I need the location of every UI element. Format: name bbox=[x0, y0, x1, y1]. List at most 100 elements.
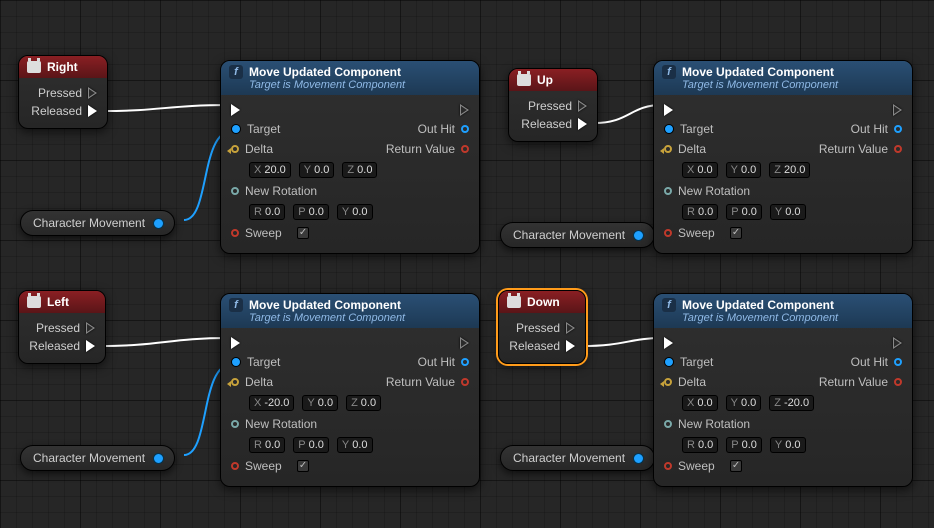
outhit-pin[interactable] bbox=[894, 358, 902, 366]
var-character-movement-up[interactable]: Character Movement bbox=[500, 222, 655, 248]
outhit-pin[interactable] bbox=[894, 125, 902, 133]
function-icon: f bbox=[229, 65, 243, 79]
event-down-node[interactable]: Down Pressed Released bbox=[498, 290, 586, 364]
output-pin[interactable] bbox=[153, 453, 164, 464]
func-subtitle: Target is Movement Component bbox=[662, 312, 902, 324]
exec-pin-released[interactable] bbox=[566, 340, 575, 352]
delta-y-field[interactable]: Y0.0 bbox=[726, 162, 762, 178]
sweep-pin[interactable] bbox=[664, 229, 672, 237]
rot-p-field[interactable]: P0.0 bbox=[293, 437, 329, 453]
sweep-checkbox[interactable]: ✓ bbox=[730, 460, 742, 472]
event-right-node[interactable]: Right Pressed Released bbox=[18, 55, 108, 129]
delta-x-field[interactable]: X20.0 bbox=[249, 162, 291, 178]
delta-z-field[interactable]: Z0.0 bbox=[342, 162, 377, 178]
func-subtitle: Target is Movement Component bbox=[662, 79, 902, 91]
func-move-updated-up[interactable]: fMove Updated Component Target is Moveme… bbox=[653, 60, 913, 254]
output-pin[interactable] bbox=[633, 453, 644, 464]
rot-r-field[interactable]: R0.0 bbox=[682, 204, 718, 220]
pressed-label: Pressed bbox=[528, 99, 572, 113]
event-left-node[interactable]: Left Pressed Released bbox=[18, 290, 106, 364]
delta-y-field[interactable]: Y0.0 bbox=[302, 395, 338, 411]
target-label: Target bbox=[247, 122, 280, 136]
newrot-pin[interactable] bbox=[664, 420, 672, 428]
var-character-movement-right[interactable]: Character Movement bbox=[20, 210, 175, 236]
target-pin[interactable] bbox=[664, 124, 674, 134]
target-pin[interactable] bbox=[231, 357, 241, 367]
delta-z-field[interactable]: Z-20.0 bbox=[769, 395, 814, 411]
delta-pin[interactable] bbox=[664, 378, 672, 386]
rot-p-field[interactable]: P0.0 bbox=[293, 204, 329, 220]
delta-x-field[interactable]: X0.0 bbox=[682, 395, 718, 411]
target-pin[interactable] bbox=[664, 357, 674, 367]
released-label: Released bbox=[31, 104, 82, 118]
exec-pin-pressed[interactable] bbox=[88, 87, 97, 99]
sweep-label: Sweep bbox=[245, 226, 282, 240]
sweep-checkbox[interactable]: ✓ bbox=[297, 227, 309, 239]
output-pin[interactable] bbox=[633, 230, 644, 241]
exec-pin-pressed[interactable] bbox=[578, 100, 587, 112]
released-label: Released bbox=[521, 117, 572, 131]
exec-out-pin[interactable] bbox=[893, 337, 902, 349]
exec-out-pin[interactable] bbox=[893, 104, 902, 116]
outhit-pin[interactable] bbox=[461, 358, 469, 366]
var-character-movement-left[interactable]: Character Movement bbox=[20, 445, 175, 471]
event-title: Left bbox=[47, 295, 69, 309]
delta-pin[interactable] bbox=[664, 145, 672, 153]
rot-y-field[interactable]: Y0.0 bbox=[337, 437, 373, 453]
retval-pin[interactable] bbox=[461, 145, 469, 153]
sweep-checkbox[interactable]: ✓ bbox=[297, 460, 309, 472]
delta-y-field[interactable]: Y0.0 bbox=[299, 162, 335, 178]
event-up-node[interactable]: Up Pressed Released bbox=[508, 68, 598, 142]
func-move-updated-down[interactable]: fMove Updated Component Target is Moveme… bbox=[653, 293, 913, 487]
exec-in-pin[interactable] bbox=[231, 104, 240, 116]
keyboard-icon bbox=[507, 296, 521, 308]
delta-x-field[interactable]: X0.0 bbox=[682, 162, 718, 178]
target-pin[interactable] bbox=[231, 124, 241, 134]
func-subtitle: Target is Movement Component bbox=[229, 312, 469, 324]
exec-in-pin[interactable] bbox=[664, 337, 673, 349]
sweep-pin[interactable] bbox=[231, 462, 239, 470]
retval-pin[interactable] bbox=[894, 378, 902, 386]
delta-y-field[interactable]: Y0.0 bbox=[726, 395, 762, 411]
rot-y-field[interactable]: Y0.0 bbox=[770, 204, 806, 220]
rot-p-field[interactable]: P0.0 bbox=[726, 437, 762, 453]
newrot-label: New Rotation bbox=[245, 184, 317, 198]
func-move-updated-right[interactable]: fMove Updated Component Target is Moveme… bbox=[220, 60, 480, 254]
exec-in-pin[interactable] bbox=[231, 337, 240, 349]
exec-in-pin[interactable] bbox=[664, 104, 673, 116]
exec-out-pin[interactable] bbox=[460, 337, 469, 349]
rot-r-field[interactable]: R0.0 bbox=[249, 204, 285, 220]
exec-out-pin[interactable] bbox=[460, 104, 469, 116]
rot-y-field[interactable]: Y0.0 bbox=[770, 437, 806, 453]
rot-p-field[interactable]: P0.0 bbox=[726, 204, 762, 220]
sweep-pin[interactable] bbox=[664, 462, 672, 470]
exec-pin-released[interactable] bbox=[88, 105, 97, 117]
delta-x-field[interactable]: X-20.0 bbox=[249, 395, 294, 411]
rot-y-field[interactable]: Y0.0 bbox=[337, 204, 373, 220]
retval-pin[interactable] bbox=[461, 378, 469, 386]
var-label: Character Movement bbox=[513, 451, 625, 465]
delta-pin[interactable] bbox=[231, 378, 239, 386]
delta-pin[interactable] bbox=[231, 145, 239, 153]
exec-pin-released[interactable] bbox=[578, 118, 587, 130]
output-pin[interactable] bbox=[153, 218, 164, 229]
newrot-pin[interactable] bbox=[664, 187, 672, 195]
func-subtitle: Target is Movement Component bbox=[229, 79, 469, 91]
keyboard-icon bbox=[27, 296, 41, 308]
var-character-movement-down[interactable]: Character Movement bbox=[500, 445, 655, 471]
exec-pin-released[interactable] bbox=[86, 340, 95, 352]
sweep-pin[interactable] bbox=[231, 229, 239, 237]
rot-r-field[interactable]: R0.0 bbox=[682, 437, 718, 453]
delta-z-field[interactable]: Z20.0 bbox=[769, 162, 810, 178]
func-move-updated-left[interactable]: fMove Updated Component Target is Moveme… bbox=[220, 293, 480, 487]
newrot-pin[interactable] bbox=[231, 187, 239, 195]
outhit-pin[interactable] bbox=[461, 125, 469, 133]
exec-pin-pressed[interactable] bbox=[566, 322, 575, 334]
retval-pin[interactable] bbox=[894, 145, 902, 153]
newrot-pin[interactable] bbox=[231, 420, 239, 428]
event-title: Up bbox=[537, 73, 553, 87]
sweep-checkbox[interactable]: ✓ bbox=[730, 227, 742, 239]
rot-r-field[interactable]: R0.0 bbox=[249, 437, 285, 453]
exec-pin-pressed[interactable] bbox=[86, 322, 95, 334]
delta-z-field[interactable]: Z0.0 bbox=[346, 395, 381, 411]
